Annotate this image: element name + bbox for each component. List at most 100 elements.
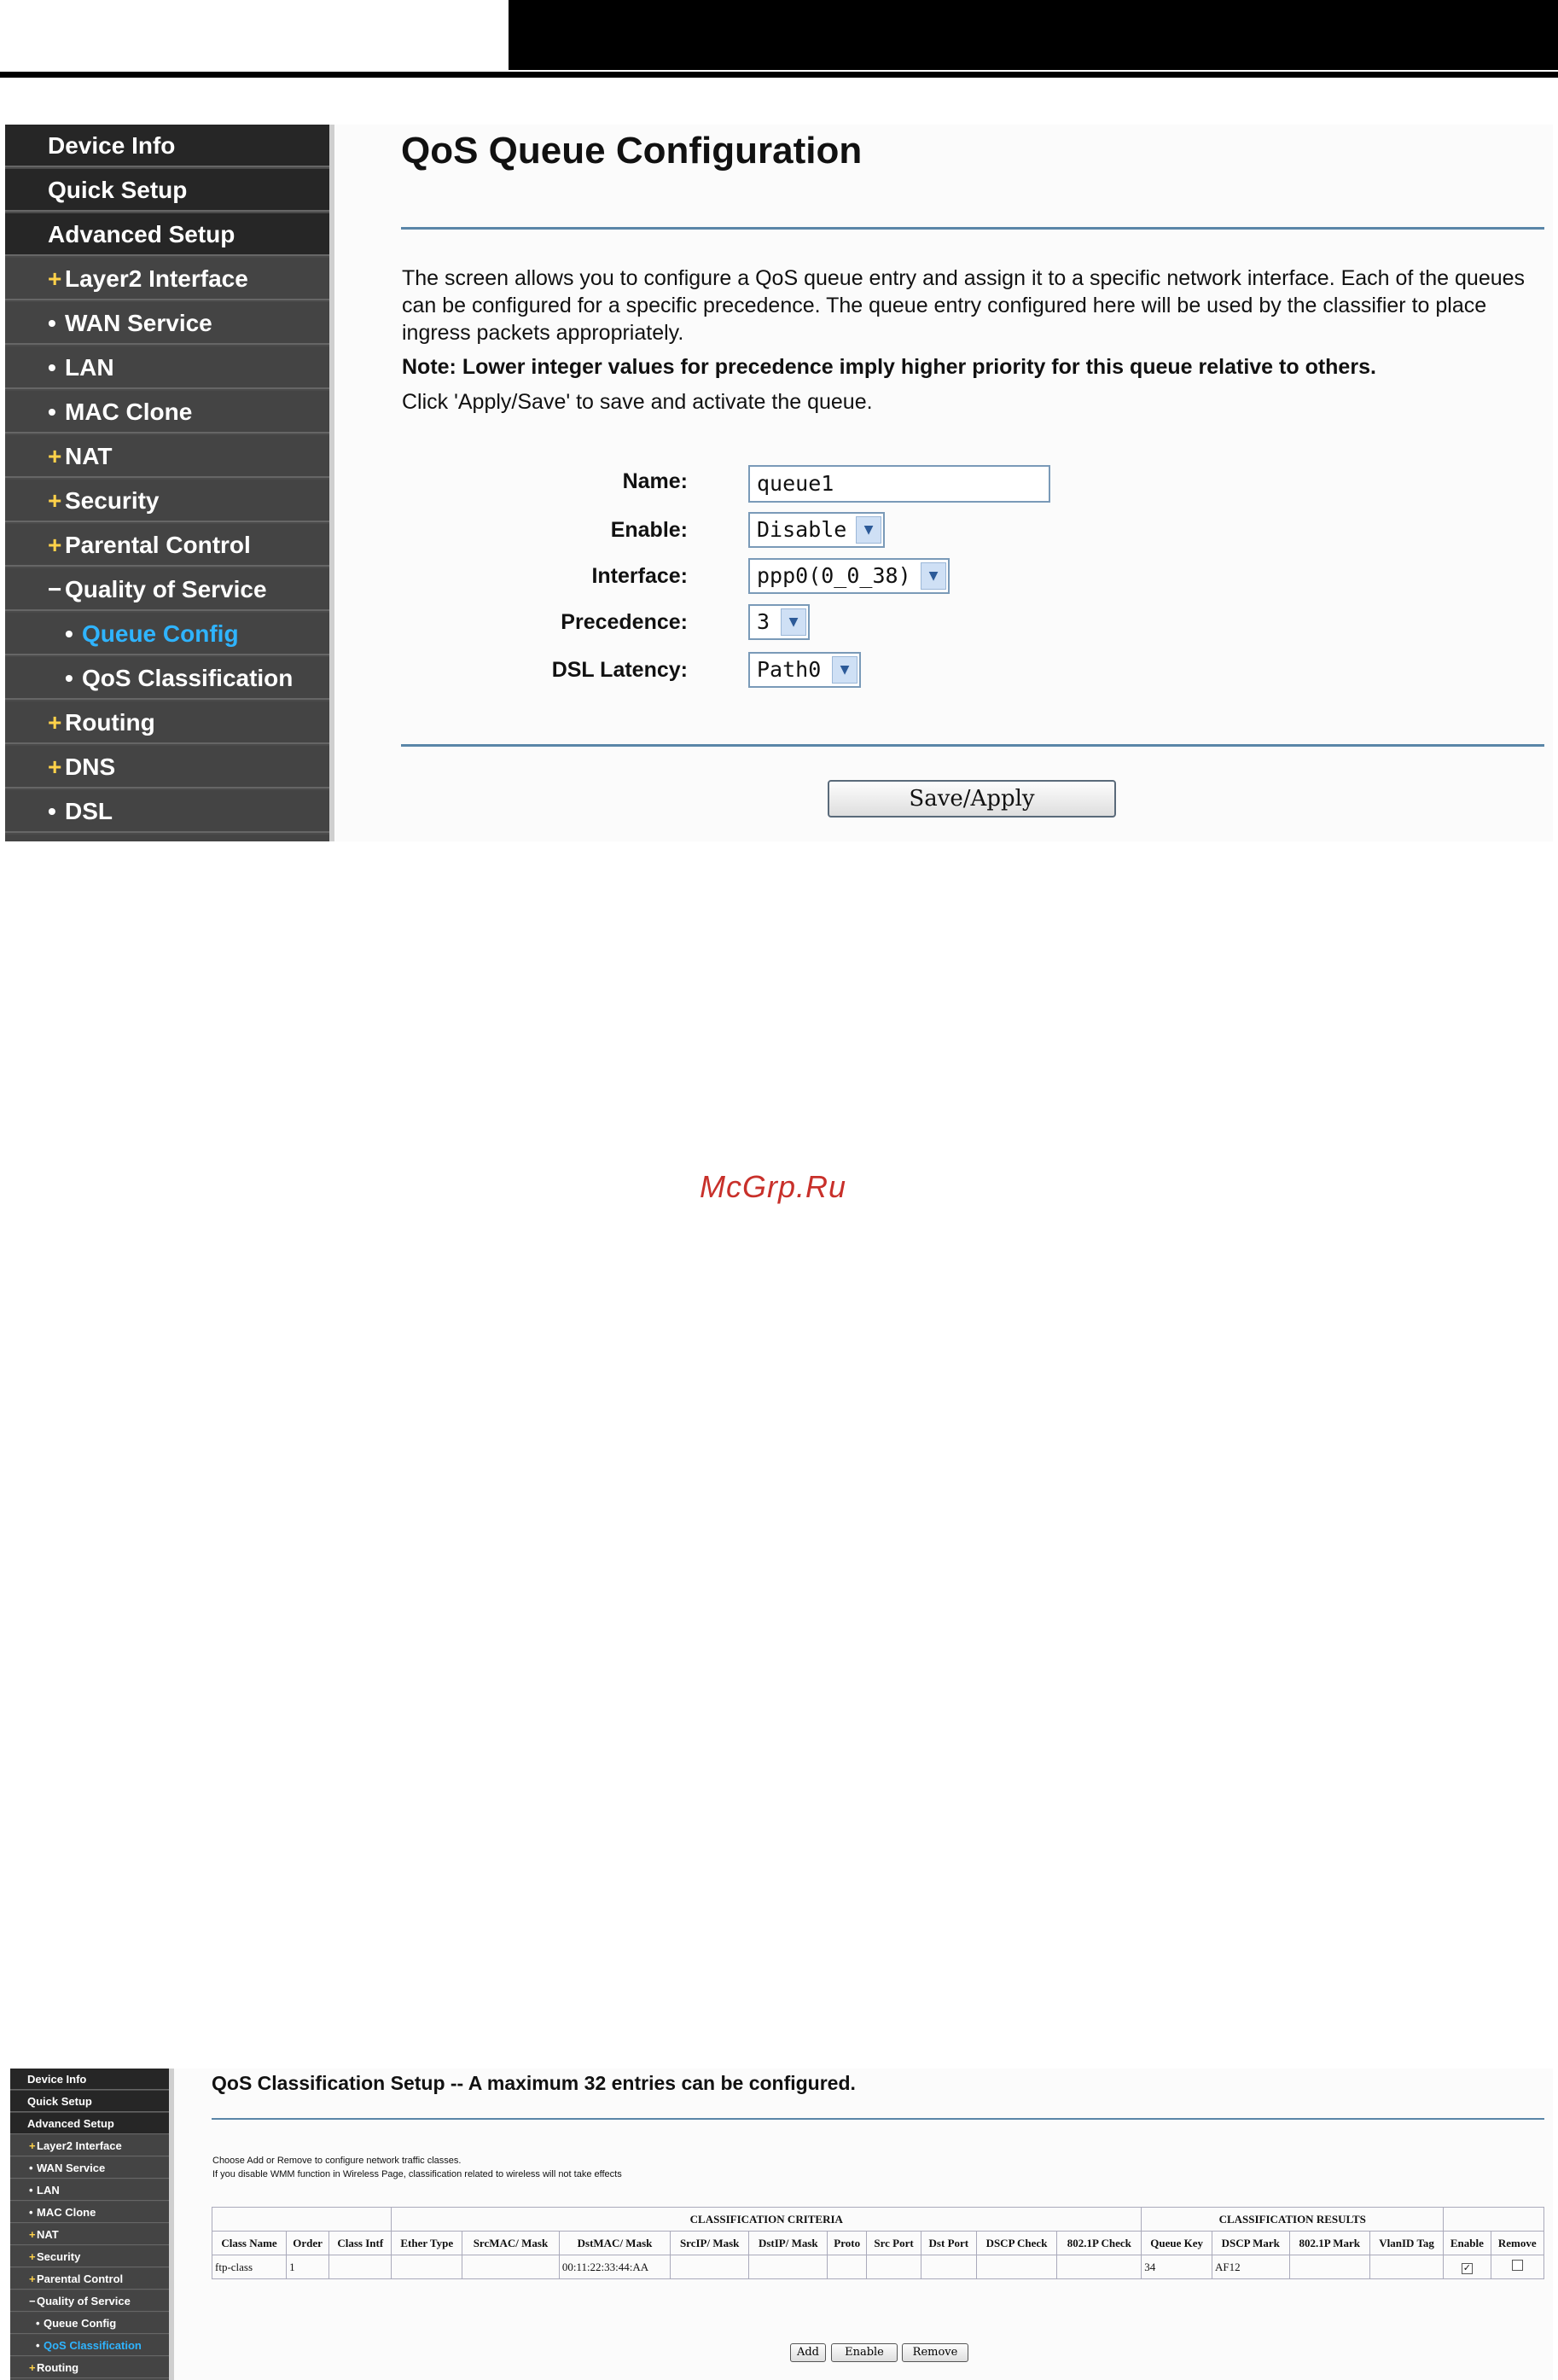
sidebar-item-parental-control[interactable]: +Parental Control — [10, 2268, 169, 2290]
sidebar-item-security[interactable]: +Security — [10, 2246, 169, 2267]
sidebar-item-quality-of-service[interactable]: −Quality of Service — [5, 568, 329, 611]
enable-label: Enable: — [610, 518, 688, 542]
sidebar-item-device-info[interactable]: Device Info — [10, 2069, 169, 2090]
collapse-icon: − — [48, 576, 62, 602]
sidebar-item-lan[interactable]: • LAN — [10, 2179, 169, 2201]
column-header: Dst Port — [921, 2231, 977, 2255]
bullet-icon: • — [48, 798, 56, 824]
sidebar-item-wan-service[interactable]: • WAN Service — [10, 2157, 169, 2179]
table-header-blank — [1443, 2207, 1544, 2232]
column-header: DstMAC/ Mask — [558, 2231, 671, 2255]
instruction-text: Choose Add or Remove to configure networ… — [212, 2156, 462, 2166]
sidebar-item-parental-control[interactable]: +Parental Control — [5, 524, 329, 567]
sidebar-item-queue-config[interactable]: • Queue Config — [10, 2313, 169, 2334]
dsl-latency-select[interactable]: Path0 ▼ — [748, 652, 861, 688]
sidebar-item-quick-setup[interactable]: Quick Setup — [5, 169, 329, 212]
cell-empty — [1369, 2255, 1445, 2279]
sidebar-item-mac-clone[interactable]: • MAC Clone — [10, 2202, 169, 2223]
cell-empty — [462, 2255, 560, 2279]
divider — [401, 744, 1544, 747]
bullet-icon: • — [36, 2339, 40, 2352]
enable-button[interactable]: Enable — [831, 2343, 898, 2362]
sidebar-item-routing[interactable]: +Routing — [10, 2357, 169, 2378]
cell-empty — [865, 2255, 922, 2279]
name-input[interactable]: queue1 — [748, 465, 1050, 503]
sidebar-item-label: DNS — [65, 754, 116, 780]
column-header: Ether Type — [391, 2231, 463, 2255]
column-header: Order — [286, 2231, 330, 2255]
expand-icon: + — [29, 2250, 36, 2263]
sidebar-item-qos-classification[interactable]: • QoS Classification — [10, 2335, 169, 2356]
cell-dstmac: 00:11:22:33:44:AA — [558, 2255, 671, 2279]
enable-select[interactable]: Disable ▼ — [748, 512, 885, 548]
sidebar-item-label: Advanced Setup — [48, 221, 235, 247]
sidebar-item-queue-config[interactable]: • Queue Config — [5, 613, 329, 655]
precedence-select[interactable]: 3 ▼ — [748, 604, 810, 640]
sidebar-item-lan[interactable]: • LAN — [5, 346, 329, 389]
sidebar-item-security[interactable]: +Security — [5, 480, 329, 522]
chevron-down-icon[interactable]: ▼ — [832, 656, 857, 684]
bullet-icon: • — [29, 2162, 33, 2174]
sidebar-item-label: Routing — [65, 709, 155, 736]
add-button[interactable]: Add — [790, 2343, 826, 2362]
sidebar-item-upnp[interactable]: •UPnP — [5, 835, 329, 841]
sidebar-item-label: Quick Setup — [48, 177, 188, 203]
cell-empty — [328, 2255, 392, 2279]
sidebar-item-nat[interactable]: +NAT — [10, 2224, 169, 2245]
remove-checkbox[interactable] — [1511, 2260, 1523, 2271]
chevron-down-icon[interactable]: ▼ — [856, 516, 881, 544]
sidebar-item-layer2-interface[interactable]: +Layer2 Interface — [5, 258, 329, 300]
sidebar-item-routing[interactable]: +Routing — [5, 701, 329, 744]
remove-button[interactable]: Remove — [902, 2343, 968, 2362]
chevron-down-icon[interactable]: ▼ — [921, 562, 946, 590]
bullet-icon: • — [29, 2184, 33, 2197]
save-apply-button[interactable]: Save/Apply — [828, 780, 1116, 818]
sidebar-item-advanced-setup[interactable]: Advanced Setup — [5, 213, 329, 256]
cell-empty — [921, 2255, 977, 2279]
cell-empty — [975, 2255, 1058, 2279]
enable-checkbox[interactable]: ✓ — [1461, 2262, 1473, 2274]
cell-empty — [1056, 2255, 1142, 2279]
sidebar-item-wan-service[interactable]: • WAN Service — [5, 302, 329, 345]
column-header: Proto — [827, 2231, 867, 2255]
chevron-down-icon[interactable]: ▼ — [781, 608, 806, 636]
sidebar-item-label: QoS Classification — [44, 2339, 142, 2352]
interface-select-value: ppp0(0_0_38) — [757, 563, 911, 588]
sidebar-item-layer2-interface[interactable]: +Layer2 Interface — [10, 2135, 169, 2156]
sidebar-item-label: Parental Control — [65, 532, 251, 558]
sidebar-item-quality-of-service[interactable]: −Quality of Service — [10, 2290, 169, 2312]
sidebar-item-label: Parental Control — [37, 2272, 124, 2285]
sidebar-item-label: Routing — [37, 2361, 79, 2374]
sidebar-item-label: Advanced Setup — [27, 2117, 114, 2130]
column-header: DstIP/ Mask — [748, 2231, 828, 2255]
expand-icon: + — [29, 2228, 36, 2241]
column-header: SrcMAC/ Mask — [462, 2231, 560, 2255]
bullet-icon: • — [65, 620, 73, 647]
sidebar-item-label: QoS Classification — [82, 665, 294, 691]
enable-select-value: Disable — [757, 517, 847, 542]
expand-icon: + — [29, 2272, 36, 2285]
sidebar-item-advanced-setup[interactable]: Advanced Setup — [10, 2113, 169, 2134]
cell-empty — [827, 2255, 867, 2279]
sidebar-item-label: Security — [65, 487, 160, 514]
sidebar-item-nat[interactable]: +NAT — [5, 435, 329, 478]
cell-remove — [1490, 2255, 1545, 2279]
sidebar-item-label: LAN — [37, 2184, 60, 2197]
sidebar-item-label: Quick Setup — [27, 2095, 92, 2108]
expand-icon: + — [29, 2361, 36, 2374]
column-header: Enable — [1443, 2231, 1491, 2255]
sidebar-item-mac-clone[interactable]: • MAC Clone — [5, 391, 329, 434]
classification-title: QoS Classification Setup -- A maximum 32… — [212, 2072, 856, 2094]
sidebar-item-label: NAT — [65, 443, 113, 469]
sidebar-item-dns[interactable]: + DNS — [5, 746, 329, 788]
sidebar-item-label: LAN — [65, 354, 114, 381]
precedence-select-value: 3 — [757, 609, 770, 634]
interface-select[interactable]: ppp0(0_0_38) ▼ — [748, 558, 950, 594]
cell-empty — [391, 2255, 463, 2279]
sidebar-item-label: Security — [37, 2250, 81, 2263]
results-group-header: CLASSIFICATION RESULTS — [1141, 2207, 1445, 2232]
sidebar-item-dsl[interactable]: • DSL — [5, 790, 329, 833]
sidebar-item-quick-setup[interactable]: Quick Setup — [10, 2091, 169, 2112]
sidebar-item-device-info[interactable]: Device Info — [5, 125, 329, 167]
sidebar-item-qos-classification[interactable]: • QoS Classification — [5, 657, 329, 700]
